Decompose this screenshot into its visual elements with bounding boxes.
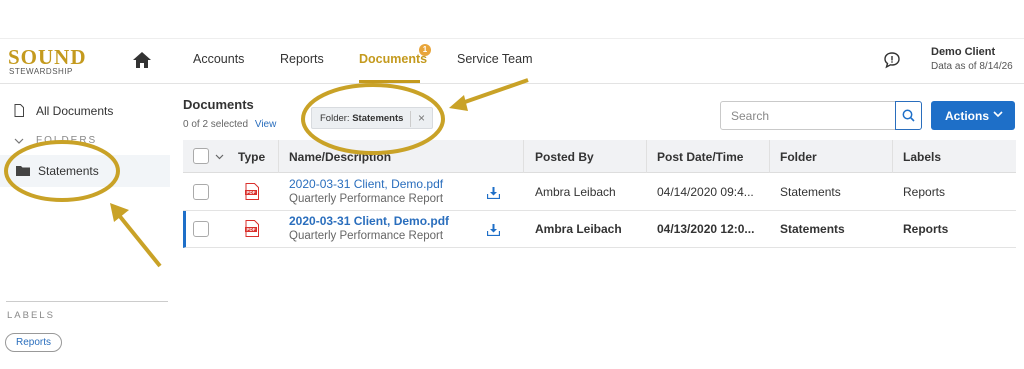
folders-heading: FOLDERS bbox=[36, 135, 98, 146]
header-posted-by[interactable]: Posted By bbox=[535, 150, 594, 164]
view-link[interactable]: View bbox=[255, 119, 277, 130]
search-button[interactable] bbox=[895, 101, 922, 130]
filter-value: Statements bbox=[352, 113, 404, 124]
header-type[interactable]: Type bbox=[238, 150, 265, 164]
documents-badge: 1 bbox=[419, 44, 431, 56]
chevron-down-icon bbox=[993, 111, 1003, 118]
column-separator bbox=[769, 140, 770, 173]
sidebar-item-statements[interactable]: Statements bbox=[0, 155, 170, 187]
actions-label: Actions bbox=[945, 109, 990, 123]
pdf-icon: PDF bbox=[245, 220, 259, 237]
filter-prefix: Folder: bbox=[320, 113, 353, 124]
posted-by: Ambra Leibach bbox=[535, 185, 616, 199]
header-labels[interactable]: Labels bbox=[903, 150, 941, 164]
header-folder[interactable]: Folder bbox=[780, 150, 817, 164]
top-nav-bar: SOUND STEWARDSHIP Accounts Reports Docum… bbox=[0, 38, 1024, 84]
document-description: Quarterly Performance Report bbox=[289, 230, 444, 242]
document-name-link[interactable]: 2020-03-31 Client, Demo.pdf bbox=[289, 177, 443, 191]
selection-info: 0 of 2 selected View bbox=[183, 119, 276, 130]
row-checkbox[interactable] bbox=[193, 184, 209, 200]
column-separator bbox=[646, 140, 647, 173]
nav-accounts[interactable]: Accounts bbox=[193, 52, 244, 66]
client-name[interactable]: Demo Client bbox=[931, 46, 995, 58]
posted-by: Ambra Leibach bbox=[535, 222, 622, 236]
chevron-down-icon[interactable] bbox=[14, 138, 24, 145]
message-icon[interactable] bbox=[883, 51, 901, 69]
document-icon bbox=[14, 104, 24, 117]
data-as-of: Data as of 8/14/26 bbox=[931, 61, 1013, 72]
folder-filter-chip: Folder: Statements × bbox=[311, 107, 433, 129]
pdf-icon-label: PDF bbox=[247, 227, 256, 232]
header-name[interactable]: Name/Description bbox=[289, 150, 391, 164]
post-date: 04/14/2020 09:4... bbox=[657, 185, 754, 199]
download-icon[interactable] bbox=[487, 224, 500, 236]
arrowhead-filter bbox=[449, 95, 468, 111]
pdf-icon-label: PDF bbox=[247, 190, 256, 195]
document-name-link[interactable]: 2020-03-31 Client, Demo.pdf bbox=[289, 214, 449, 228]
column-separator bbox=[892, 140, 893, 173]
page-title: Documents bbox=[183, 97, 254, 112]
filter-chip-label: Folder: Statements bbox=[320, 113, 403, 124]
post-date: 04/13/2020 12:0... bbox=[657, 222, 755, 236]
folder-cell: Statements bbox=[780, 185, 841, 199]
search-icon bbox=[902, 109, 915, 122]
labels-heading: LABELS bbox=[7, 310, 55, 321]
home-icon[interactable] bbox=[132, 50, 152, 70]
nav-reports[interactable]: Reports bbox=[280, 52, 324, 66]
sidebar-item-all-documents[interactable]: All Documents bbox=[36, 104, 113, 118]
column-separator bbox=[523, 140, 524, 173]
table-header: Type Name/Description Posted By Post Dat… bbox=[183, 140, 1016, 173]
download-icon[interactable] bbox=[487, 187, 500, 199]
pdf-icon: PDF bbox=[245, 183, 259, 200]
label-chip-reports[interactable]: Reports bbox=[5, 333, 63, 352]
column-separator bbox=[278, 140, 279, 173]
filter-chip-separator bbox=[410, 111, 411, 127]
brand-logo[interactable]: SOUND STEWARDSHIP bbox=[8, 45, 90, 79]
nav-documents[interactable]: Documents bbox=[359, 52, 427, 66]
select-all-checkbox[interactable] bbox=[193, 148, 209, 164]
active-nav-underline bbox=[359, 80, 420, 83]
sidebar: All Documents FOLDERS Statements LABELS … bbox=[0, 85, 170, 369]
search-input[interactable] bbox=[720, 101, 896, 130]
table-row[interactable]: PDF 2020-03-31 Client, Demo.pdf Quarterl… bbox=[183, 211, 1016, 248]
chevron-down-icon[interactable] bbox=[215, 154, 224, 160]
folder-cell: Statements bbox=[780, 222, 845, 236]
table-row[interactable]: PDF 2020-03-31 Client, Demo.pdf Quarterl… bbox=[183, 174, 1016, 211]
row-checkbox[interactable] bbox=[193, 221, 209, 237]
document-description: Quarterly Performance Report bbox=[289, 193, 444, 205]
remove-filter-button[interactable]: × bbox=[418, 111, 425, 125]
header-post-date[interactable]: Post Date/Time bbox=[657, 150, 743, 164]
folder-icon bbox=[16, 166, 30, 176]
sidebar-item-label: Statements bbox=[38, 164, 99, 178]
labels-cell: Reports bbox=[903, 185, 946, 199]
labels-cell: Reports bbox=[903, 222, 949, 236]
sidebar-divider bbox=[6, 301, 168, 302]
selected-count: 0 of 2 selected bbox=[183, 119, 249, 130]
brand-line2: STEWARDSHIP bbox=[9, 67, 73, 76]
nav-service-team[interactable]: Service Team bbox=[457, 52, 533, 66]
actions-button[interactable]: Actions bbox=[931, 101, 1015, 130]
